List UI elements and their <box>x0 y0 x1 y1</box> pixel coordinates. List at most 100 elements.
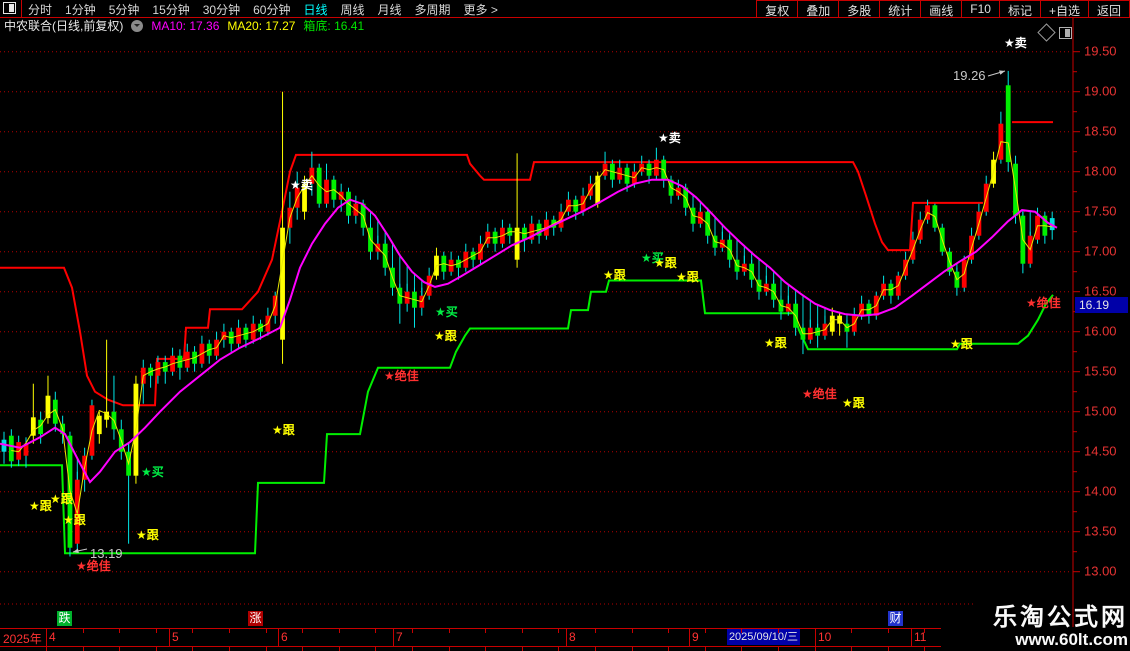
minor-time-tick <box>339 647 340 651</box>
time-axis-bottom-line <box>0 646 941 647</box>
minor-time-tick <box>705 629 706 633</box>
signal-label: ★卖 <box>1004 35 1027 50</box>
signal-label: ★买 <box>435 305 458 319</box>
minor-time-tick <box>851 629 852 633</box>
signal-label: ★跟 <box>676 270 700 284</box>
candle[interactable] <box>52 399 58 424</box>
price-axis-label: 19.50 <box>1084 44 1117 59</box>
minor-time-tick <box>119 629 120 633</box>
minor-time-tick <box>668 629 669 633</box>
price-axis-label: 14.00 <box>1084 484 1117 499</box>
minor-time-tick <box>266 629 267 633</box>
month-label: 6 <box>281 630 288 644</box>
price-axis-label: 15.50 <box>1084 364 1117 379</box>
minor-time-tick <box>83 629 84 633</box>
signal-label: ★绝佳 <box>1026 295 1061 310</box>
price-axis-label: 17.00 <box>1084 244 1117 259</box>
minor-time-tick <box>339 629 340 633</box>
minor-time-tick <box>815 647 816 651</box>
minor-time-tick <box>778 647 779 651</box>
minor-time-tick <box>924 629 925 633</box>
minor-time-tick <box>412 647 413 651</box>
price-axis-label: 16.00 <box>1084 324 1117 339</box>
minor-time-tick <box>192 629 193 633</box>
minor-time-tick <box>632 629 633 633</box>
minor-time-tick <box>83 647 84 651</box>
minor-time-tick <box>741 629 742 633</box>
minor-time-tick <box>119 647 120 651</box>
minor-time-tick <box>595 629 596 633</box>
minor-time-tick <box>558 629 559 633</box>
price-axis-label: 18.50 <box>1084 124 1117 139</box>
month-tick <box>911 629 912 646</box>
month-label: 7 <box>396 630 403 644</box>
minor-time-tick <box>485 647 486 651</box>
candlestick-chart[interactable]: ★卖★卖★卖★买★买★买★跟★跟★跟★跟★跟★跟★跟★跟★跟★跟★跟★跟★绝佳★… <box>0 0 1130 650</box>
minor-time-tick <box>412 629 413 633</box>
minor-time-tick <box>778 629 779 633</box>
watermark-site-name: 乐淘公式网 <box>993 604 1128 631</box>
signal-label: ★跟 <box>842 396 866 410</box>
minor-time-tick <box>156 629 157 633</box>
signal-label: ★跟 <box>272 423 296 437</box>
minor-time-tick <box>156 647 157 651</box>
annotation-text: 13.19 <box>90 546 123 561</box>
minor-time-tick <box>668 647 669 651</box>
month-tick <box>169 629 170 646</box>
minor-time-tick <box>595 647 596 651</box>
box-top-band <box>0 153 983 407</box>
minor-time-tick <box>46 647 47 651</box>
month-tick <box>689 629 690 646</box>
annotation-arrowhead <box>999 70 1005 75</box>
up-day-badge: 涨 <box>248 611 263 626</box>
crosshair-price-box: 16.19 <box>1075 297 1128 313</box>
minor-time-tick <box>302 647 303 651</box>
price-axis-label: 13.00 <box>1084 564 1117 579</box>
signal-label: ★卖 <box>658 130 681 145</box>
month-tick <box>566 629 567 646</box>
price-axis-label: 17.50 <box>1084 204 1117 219</box>
month-label: 8 <box>569 630 576 644</box>
minor-time-tick <box>449 629 450 633</box>
signal-label: ★跟 <box>654 256 678 270</box>
minor-time-tick <box>741 647 742 651</box>
signal-label: ★跟 <box>63 513 87 527</box>
signal-label: ★跟 <box>950 337 974 351</box>
ma10-line <box>0 178 1058 484</box>
month-label: 10 <box>818 630 832 644</box>
candle[interactable] <box>1035 215 1040 240</box>
candle[interactable] <box>16 442 22 460</box>
candle[interactable] <box>8 435 14 462</box>
signal-label: ★跟 <box>50 492 74 506</box>
minor-time-tick <box>558 647 559 651</box>
finance-badge: 财 <box>888 611 903 626</box>
split-window-icon[interactable] <box>1059 27 1072 39</box>
minor-time-tick <box>266 647 267 651</box>
down-day-badge: 跌 <box>57 611 72 626</box>
minor-time-tick <box>449 647 450 651</box>
minor-time-tick <box>229 647 230 651</box>
month-label: 9 <box>692 630 699 644</box>
month-tick <box>393 629 394 646</box>
price-axis-label: 13.50 <box>1084 524 1117 539</box>
month-label: 5 <box>172 630 179 644</box>
price-axis-label: 19.00 <box>1084 84 1117 99</box>
price-axis-label: 14.50 <box>1084 444 1117 459</box>
candle[interactable] <box>829 315 835 332</box>
minor-time-tick <box>705 647 706 651</box>
signal-label: ★绝佳 <box>802 386 837 401</box>
minor-time-tick <box>888 629 889 633</box>
crosshair-date-box: 2025/09/10/三 <box>727 629 800 645</box>
minor-time-tick <box>888 647 889 651</box>
minor-time-tick <box>632 647 633 651</box>
minor-time-tick <box>192 647 193 651</box>
minor-time-tick <box>46 629 47 633</box>
minor-time-tick <box>522 629 523 633</box>
signal-label: ★买 <box>141 465 164 479</box>
month-tick <box>278 629 279 646</box>
signal-label: ★卖 <box>290 177 313 192</box>
candle[interactable] <box>96 415 102 435</box>
watermark: 乐淘公式网 www.60lt.com <box>993 604 1128 649</box>
box-bottom-band <box>0 279 1054 555</box>
watermark-url: www.60lt.com <box>1015 630 1128 649</box>
